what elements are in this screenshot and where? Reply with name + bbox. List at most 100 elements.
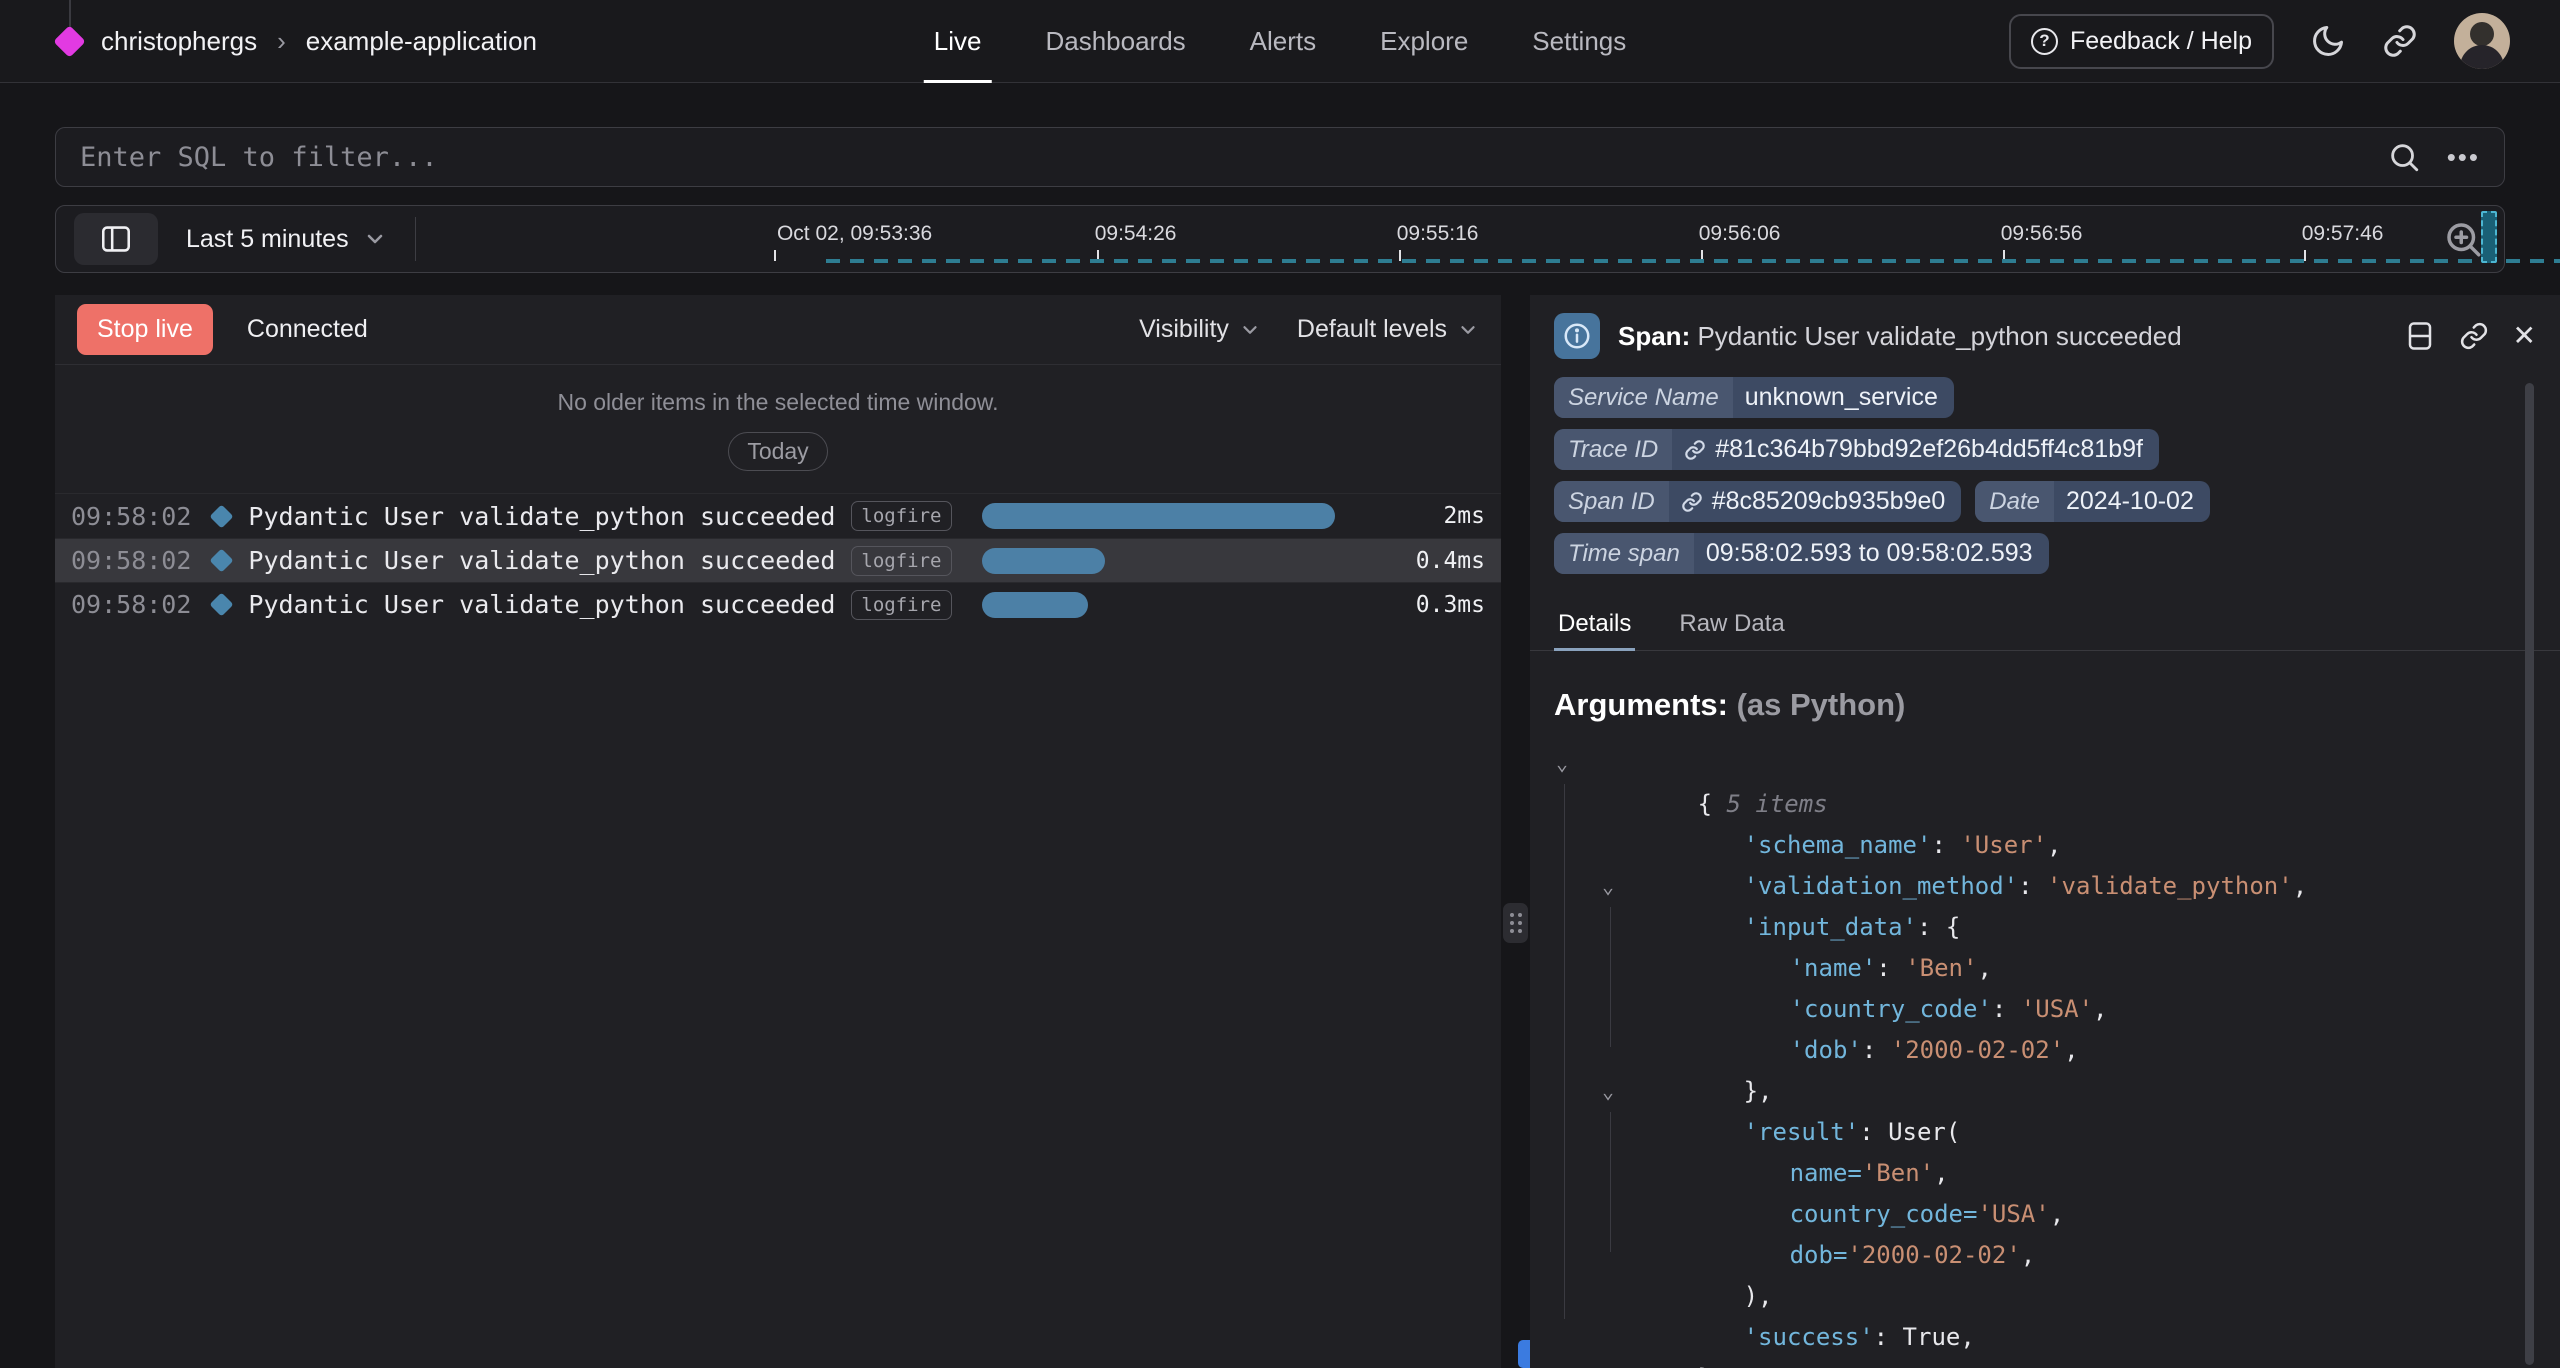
span-id-badge[interactable]: Span ID #8c85209cb935b9e0 (1554, 481, 1961, 522)
copy-link-icon[interactable] (2459, 321, 2489, 351)
more-options-icon[interactable]: ••• (2447, 142, 2480, 173)
time-range-label: Last 5 minutes (186, 225, 349, 254)
span-diamond-icon (210, 548, 234, 572)
code-line: name='Ben', (1554, 1112, 2560, 1153)
tab-settings[interactable]: Settings (1532, 0, 1626, 82)
tab-dashboards[interactable]: Dashboards (1045, 0, 1185, 82)
dark-mode-toggle[interactable] (2310, 23, 2346, 59)
link-icon (1681, 491, 1703, 513)
timeline-activity-dashes (826, 259, 2560, 263)
badge-label: Trace ID (1554, 429, 1672, 470)
chevron-down-icon (363, 227, 387, 251)
collapse-chevron-icon[interactable]: ⌄ (1602, 866, 1614, 907)
feedback-help-label: Feedback / Help (2070, 27, 2252, 56)
logfire-logo-icon[interactable] (53, 25, 86, 58)
code-line: 'success': True, (1554, 1276, 2560, 1317)
time-span-badge: Time span 09:58:02.593 to 09:58:02.593 (1554, 533, 2049, 574)
timeline-tick-label: 09:56:56 (2001, 222, 2083, 246)
duration-bar-track (982, 592, 1394, 618)
split-view-icon[interactable] (2405, 321, 2435, 351)
collapse-chevron-icon[interactable]: ⌄ (1602, 1071, 1614, 1112)
share-link-button[interactable] (2382, 23, 2418, 59)
timeline-zoom-button[interactable] (2442, 218, 2484, 260)
detail-header-actions: ✕ (2405, 321, 2536, 351)
tab-explore[interactable]: Explore (1380, 0, 1468, 82)
span-detail-header: Span: Pydantic User validate_python succ… (1530, 295, 2560, 377)
nav-actions: ? Feedback / Help (2009, 13, 2560, 69)
duration-bar (982, 592, 1089, 618)
close-icon[interactable]: ✕ (2513, 322, 2536, 350)
code-line: }, (1554, 1030, 2560, 1071)
badge-label: Time span (1554, 533, 1694, 574)
breadcrumb-project[interactable]: example-application (306, 26, 537, 57)
code-line: country_code='USA', (1554, 1153, 2560, 1194)
timeline-activity-spike (2481, 211, 2497, 263)
span-timestamp: 09:58:02 (71, 590, 191, 619)
empty-message: No older items in the selected time wind… (557, 389, 998, 416)
feedback-help-button[interactable]: ? Feedback / Help (2009, 14, 2274, 69)
duration-bar (982, 548, 1105, 574)
code-line: 'name': 'Ben', (1554, 907, 2560, 948)
badge-value: #8c85209cb935b9e0 (1712, 487, 1946, 516)
badge-label: Service Name (1554, 377, 1733, 418)
code-line: 'validation_method': 'validate_python', (1554, 825, 2560, 866)
span-tag: logfire (851, 590, 951, 620)
today-pill[interactable]: Today (728, 432, 827, 471)
search-icon[interactable] (2387, 140, 2421, 174)
span-attribute-badges: Service Name unknown_service Trace ID #8… (1530, 377, 2560, 574)
span-row[interactable]: 09:58:02 Pydantic User validate_python s… (55, 582, 1501, 626)
trace-id-badge[interactable]: Trace ID #81c364b79bbd92ef26b4dd5ff4c81b… (1554, 429, 2159, 470)
tab-raw-data[interactable]: Raw Data (1675, 600, 1788, 650)
span-duration: 2ms (1393, 503, 1485, 529)
breadcrumb: christophergs › example-application (0, 0, 537, 82)
badge-value: unknown_service (1733, 377, 1954, 418)
span-diamond-icon (210, 592, 234, 616)
code-line: ⌄'input_data': { (1554, 866, 2560, 907)
sql-filter-input[interactable] (80, 142, 2387, 173)
span-tag: logfire (851, 546, 951, 576)
user-avatar[interactable] (2454, 13, 2510, 69)
duration-bar (982, 503, 1336, 529)
tab-details[interactable]: Details (1554, 600, 1635, 650)
span-message: Pydantic User validate_python succeeded (248, 590, 835, 619)
nav-tabs: Live Dashboards Alerts Explore Settings (934, 0, 1626, 82)
span-row[interactable]: 09:58:02 Pydantic User validate_python s… (55, 494, 1501, 538)
badge-label: Span ID (1554, 481, 1669, 522)
collapse-chevron-icon[interactable]: ⌄ (1556, 743, 1568, 784)
time-range-select[interactable]: Last 5 minutes (186, 225, 387, 254)
visibility-dropdown[interactable]: Visibility (1139, 315, 1261, 344)
arguments-python-tree: ⌄{ 5 items 'schema_name': 'User', 'valid… (1530, 739, 2560, 1358)
scrollbar[interactable] (2525, 383, 2534, 1365)
visibility-label: Visibility (1139, 315, 1229, 344)
link-icon (2382, 23, 2418, 59)
code-line: ⌄'result': User( (1554, 1071, 2560, 1112)
timeline-tick (774, 250, 776, 261)
span-timestamp: 09:58:02 (71, 502, 191, 531)
timeline-tick-label: 09:55:16 (1397, 222, 1479, 246)
live-view-panel: Stop live Connected Visibility Default l… (55, 295, 1501, 1368)
info-icon (1554, 313, 1600, 359)
breadcrumb-separator-icon: › (271, 26, 292, 57)
span-title-prefix: Span: (1618, 321, 1690, 351)
span-row-selected[interactable]: 09:58:02 Pydantic User validate_python s… (55, 538, 1501, 582)
span-message: Pydantic User validate_python succeeded (248, 546, 835, 575)
arguments-heading: Arguments: (as Python) (1530, 651, 2560, 739)
stop-live-button[interactable]: Stop live (77, 304, 213, 355)
sql-filter-bar: ••• (55, 127, 2505, 187)
panel-resize-handle[interactable] (1503, 903, 1528, 943)
tab-alerts[interactable]: Alerts (1250, 0, 1316, 82)
duration-bar-track (982, 503, 1394, 529)
default-levels-dropdown[interactable]: Default levels (1297, 315, 1479, 344)
breadcrumb-org[interactable]: christophergs (101, 26, 257, 57)
badge-value: 09:58:02.593 to 09:58:02.593 (1694, 533, 2049, 574)
span-message: Pydantic User validate_python succeeded (248, 502, 835, 531)
default-levels-label: Default levels (1297, 315, 1447, 344)
connection-status: Connected (247, 315, 368, 344)
sidebar-toggle-button[interactable] (74, 213, 158, 265)
service-name-badge: Service Name unknown_service (1554, 377, 1954, 418)
code-line: 'country_code': 'USA', (1554, 948, 2560, 989)
span-detail-panel: Span: Pydantic User validate_python succ… (1530, 295, 2560, 1368)
tab-live[interactable]: Live (934, 0, 982, 82)
date-badge: Date 2024-10-02 (1975, 481, 2210, 522)
activity-timeline[interactable]: Oct 02, 09:53:36 09:54:26 09:55:16 09:56… (416, 206, 2432, 272)
